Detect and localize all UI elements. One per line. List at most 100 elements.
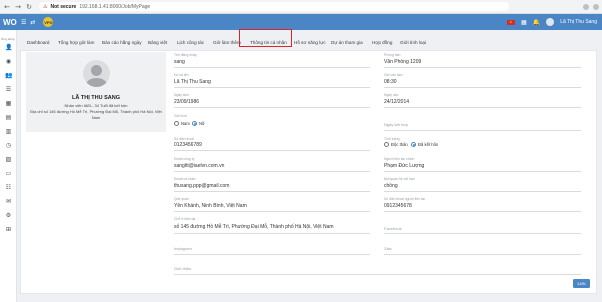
reload-icon[interactable]: ↻ bbox=[25, 3, 33, 11]
fullname-label: Họ và tên bbox=[174, 73, 189, 77]
phone-field[interactable]: 0123456789 bbox=[174, 142, 202, 148]
clock-icon[interactable]: ◷ bbox=[5, 143, 12, 149]
language-flag-icon[interactable] bbox=[507, 19, 516, 25]
birthday-label: Ngày sinh bbox=[174, 93, 190, 97]
menu-icon[interactable]: ☰ bbox=[21, 19, 26, 26]
gender-male-label: Nam bbox=[181, 121, 190, 126]
save-button[interactable]: Lưu bbox=[573, 279, 590, 288]
field-underline bbox=[174, 171, 370, 172]
fullname-field[interactable]: Lã Thị Thu Sang bbox=[174, 79, 211, 85]
network-icon[interactable]: ⊞ bbox=[5, 227, 12, 233]
field-underline bbox=[174, 87, 370, 88]
app-header: WO ☰ ⇄ VPG ▦ 🔔 Lã Thị Thu Sang bbox=[0, 14, 602, 30]
field-underline bbox=[384, 67, 581, 68]
field-underline bbox=[174, 191, 370, 192]
single-radio[interactable] bbox=[384, 142, 389, 147]
field-underline bbox=[384, 171, 581, 172]
facebook-field[interactable]: Facebook bbox=[384, 226, 402, 231]
contact-phone-field[interactable]: 0912345678 bbox=[384, 203, 412, 209]
settings-icon[interactable]: ⚙ bbox=[5, 213, 12, 219]
tab-daily-report[interactable]: Báo cáo hằng ngày bbox=[102, 40, 142, 45]
tab-work-board[interactable]: Bảng việt bbox=[148, 40, 167, 45]
current-address-field[interactable]: số 145 đường Hồ Mễ Trì, Phường Đại Mỗ, T… bbox=[174, 224, 334, 230]
gender-male-radio[interactable] bbox=[174, 121, 179, 126]
user-icon[interactable]: 👤 bbox=[5, 45, 12, 51]
birthday-field[interactable]: 23/09/1986 bbox=[174, 99, 199, 105]
notification-bell-icon[interactable]: 🔔 bbox=[533, 19, 540, 26]
bio-field[interactable]: Giới thiệu bbox=[174, 266, 191, 271]
personal-email-field[interactable]: thusang.ppp@gmail.com bbox=[174, 183, 229, 189]
tab-competency-profile[interactable]: Hồ sơ năng lực bbox=[294, 40, 326, 45]
field-underline bbox=[384, 254, 581, 255]
username-field[interactable]: sang bbox=[174, 59, 185, 65]
chart-icon[interactable]: ▨ bbox=[5, 157, 12, 163]
tab-work-hours-summary[interactable]: Tổng hợp giờ làm bbox=[58, 40, 94, 45]
company-badge[interactable]: VPG bbox=[43, 17, 54, 27]
user-name[interactable]: Lã Thị Thu Sang bbox=[560, 19, 597, 25]
company-email-label: Email công ty bbox=[174, 157, 195, 161]
department-label: Phòng ban bbox=[384, 53, 401, 57]
calendar-icon[interactable]: ▦ bbox=[5, 101, 12, 107]
field-underline bbox=[384, 191, 581, 192]
gender-female-radio[interactable] bbox=[192, 121, 197, 126]
browser-toolbar: ← → ↻ ⚠ Not secure 192.168.1.41:8000/Job… bbox=[0, 0, 602, 14]
married-radio[interactable] bbox=[411, 142, 416, 147]
field-underline bbox=[384, 233, 581, 234]
tab-gender-type[interactable]: Giới tính loại bbox=[400, 40, 426, 45]
company-email-field[interactable]: sangltt@iaelvn.com.vn bbox=[174, 163, 224, 169]
swap-icon[interactable]: ⇄ bbox=[30, 19, 35, 26]
tab-dashboard[interactable]: Dashboard bbox=[27, 40, 49, 45]
field-underline bbox=[174, 67, 370, 68]
relationship-label: Mối quan hệ với bạn bbox=[384, 177, 415, 181]
start-time-field[interactable]: 08:30 bbox=[384, 79, 397, 85]
list-icon[interactable]: ☰ bbox=[5, 87, 12, 93]
user-avatar[interactable] bbox=[546, 18, 555, 26]
tab-business-trip[interactable]: Lịch công tác bbox=[177, 40, 204, 45]
phone-label: Số điện thoại bbox=[174, 137, 194, 141]
instagram-field[interactable]: Instagram bbox=[174, 246, 192, 251]
hometown-label: Quê quán bbox=[174, 197, 189, 201]
team-icon[interactable]: 👥 bbox=[5, 73, 12, 79]
url-text: 192.168.1.41:8000/Job/MyPage bbox=[79, 3, 151, 10]
gender-female-label: Nữ bbox=[199, 121, 205, 126]
profile-icon[interactable] bbox=[593, 3, 599, 10]
field-underline bbox=[174, 150, 370, 151]
contact-person-field[interactable]: Phạm Đức Lượng bbox=[384, 163, 424, 169]
document-icon[interactable]: ▤ bbox=[5, 115, 12, 121]
marital-status-label: Tình trạng bbox=[384, 137, 400, 141]
field-underline bbox=[384, 107, 581, 108]
current-address-label: Chỗ ở hiện tại bbox=[174, 217, 196, 221]
tab-contracts[interactable]: Hợp đồng bbox=[372, 40, 392, 45]
apps-icon[interactable]: ▦ bbox=[521, 19, 527, 26]
back-icon[interactable]: ← bbox=[3, 3, 11, 11]
mail-icon[interactable]: ✉ bbox=[5, 199, 12, 205]
active-tab-highlight bbox=[239, 29, 292, 47]
address-bar[interactable]: ⚠ Not secure 192.168.1.41:8000/Job/MyPag… bbox=[39, 2, 509, 11]
report-icon[interactable]: ▥ bbox=[5, 129, 12, 135]
tab-overtime[interactable]: Giờ làm thêm bbox=[213, 40, 241, 45]
relationship-field[interactable]: chồng bbox=[384, 183, 398, 189]
profile-address: Địa chỉ số 145 đường Hồ Mễ Trì, Phường Đ… bbox=[30, 109, 162, 114]
union-date-field[interactable]: Ngày kết hợp bbox=[384, 122, 408, 127]
contact-phone-label: Số điện thoại người liên lạc bbox=[384, 197, 426, 201]
gender-label: Giới tính bbox=[174, 114, 187, 118]
field-underline bbox=[174, 274, 581, 275]
sidebar-label: Ứng dụng bbox=[1, 37, 15, 41]
field-underline bbox=[384, 87, 581, 88]
sidebar: Ứng dụng 👤 ◉ 👥 ☰ ▦ ▤ ▥ ◷ ▨ ▭ ☷ ✉ ⚙ ⊞ bbox=[0, 30, 17, 302]
profile-address-cont: Nam bbox=[91, 115, 101, 120]
dashboard-icon[interactable]: ◉ bbox=[5, 59, 12, 65]
monitor-icon[interactable]: ▭ bbox=[5, 171, 12, 177]
forward-icon[interactable]: → bbox=[14, 3, 22, 11]
extension-icon[interactable] bbox=[583, 3, 589, 10]
tab-projects[interactable]: Dự án tham gia bbox=[331, 40, 363, 45]
username-label: Tên đăng nhập bbox=[174, 53, 197, 57]
app-logo[interactable]: WO bbox=[0, 18, 17, 27]
single-label: Độc thân bbox=[391, 142, 408, 147]
field-underline bbox=[174, 211, 370, 212]
department-field[interactable]: Văn Phòng 1209 bbox=[384, 59, 421, 65]
join-date-field[interactable]: 24/12/2014 bbox=[384, 99, 409, 105]
zalo-field[interactable]: Zalo bbox=[384, 246, 392, 251]
hometown-field[interactable]: Yên Khánh, Ninh Bình, Việt Nam bbox=[174, 203, 247, 209]
tasks-icon[interactable]: ☷ bbox=[5, 185, 12, 191]
